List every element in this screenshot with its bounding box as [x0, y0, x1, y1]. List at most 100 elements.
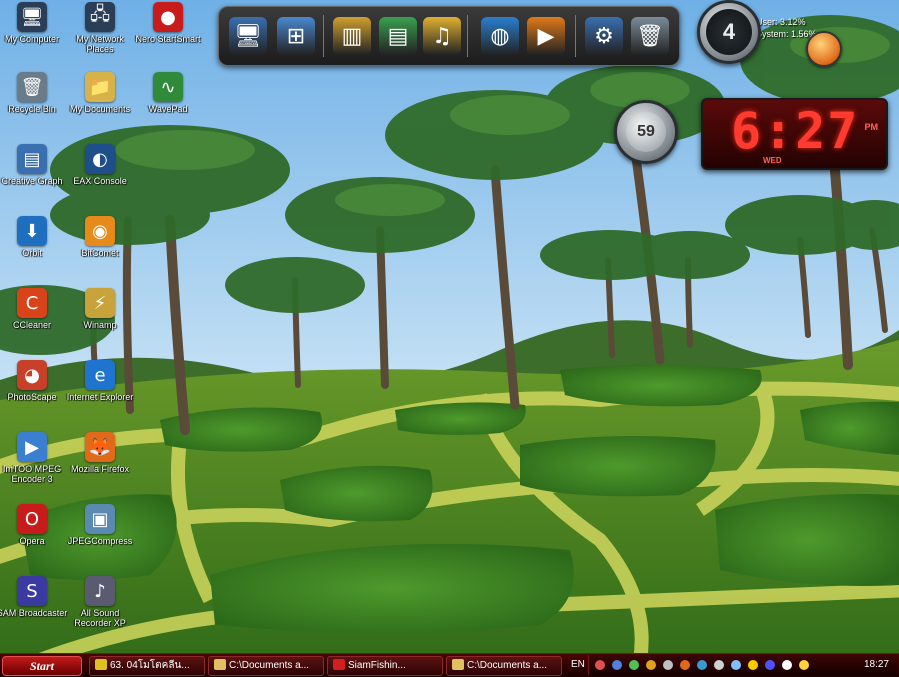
orb-gadget-icon[interactable]	[806, 31, 842, 67]
desktop-icon-label: Winamp	[83, 320, 117, 330]
taskbar-task[interactable]: C:\Documents a...	[208, 656, 324, 676]
taskbar-task[interactable]: C:\Documents a...	[446, 656, 562, 676]
desktop-icon-photoscape[interactable]: ◕ PhotoScape	[0, 360, 68, 402]
desktop-icon-bitcomet[interactable]: ◉ BitComet	[64, 216, 136, 258]
desktop-icon-label: JPEGCompress	[67, 536, 133, 546]
language-indicator[interactable]: EN	[571, 659, 585, 670]
creative-icon: ▤	[17, 144, 47, 174]
dock-separator	[575, 15, 576, 57]
seconds-gauge[interactable]: 59	[614, 100, 678, 164]
desktop-icon-label: SAM Broadcaster	[0, 608, 68, 618]
task-label: 63. 04โมโตคลีน...	[110, 660, 190, 671]
sam-broadcaster-icon: S	[17, 576, 47, 606]
library-icon[interactable]: ▥	[333, 17, 371, 55]
music-folder-icon[interactable]: ♫	[423, 17, 461, 55]
desktop-icon-label: WavePad	[148, 104, 188, 114]
clock-time: 6:27	[731, 102, 860, 160]
desktop-icon-imtoo[interactable]: ▶ ImTOO MPEG Encoder 3	[0, 432, 68, 484]
recycle-bin-icon: 🗑	[17, 72, 47, 102]
desktop-icon-label: All Sound Recorder XP	[74, 608, 126, 628]
desktop-icon-winamp[interactable]: ⚡ Winamp	[64, 288, 136, 330]
tray-icon[interactable]	[782, 660, 792, 670]
tray-icon[interactable]	[680, 660, 690, 670]
cpu-gauge-value: 4	[722, 19, 736, 44]
globe-icon[interactable]: ◍	[481, 17, 519, 55]
documents-icon: 📁	[85, 72, 115, 102]
tray-icon[interactable]	[612, 660, 622, 670]
desktop-icon-internet-explorer[interactable]: e Internet Explorer	[64, 360, 136, 402]
cpu-gauge[interactable]: 4	[697, 0, 761, 64]
desktop-icon-label: Nero StartSmart	[135, 34, 201, 44]
task-label: SiamFishin...	[348, 660, 406, 671]
seconds-gauge-value: 59	[637, 123, 655, 140]
tray-icon[interactable]	[799, 660, 809, 670]
desktop-icon-label: Opera	[19, 536, 45, 546]
firefox-icon: 🦊	[85, 432, 115, 462]
computer-icon[interactable]: 🖥	[229, 17, 267, 55]
desktop-icon-label: My Computer	[4, 34, 59, 44]
tray-icon[interactable]	[731, 660, 741, 670]
desktop-icon-sound-recorder[interactable]: ♪ All Sound Recorder XP	[64, 576, 136, 628]
tray-icon[interactable]	[697, 660, 707, 670]
gear-icon[interactable]: ⚙	[585, 17, 623, 55]
desktop-icon-network-places[interactable]: 🖧 My Network Places	[64, 2, 136, 54]
tray-icon[interactable]	[663, 660, 673, 670]
folder-icon	[452, 659, 464, 670]
desktop-icon-label: ImTOO MPEG Encoder 3	[2, 464, 62, 484]
desktop-icon-label: Orbit	[22, 248, 42, 258]
desktop-icon-label: My Documents	[69, 104, 131, 114]
desktop-icon-label: My Network Places	[76, 34, 124, 54]
folder-icon	[214, 659, 226, 670]
desktop-icon-creative[interactable]: ▤ Creative Graph	[0, 144, 68, 186]
opera-icon: O	[17, 504, 47, 534]
tray-icon[interactable]	[595, 660, 605, 670]
documents-icon[interactable]: ▤	[379, 17, 417, 55]
desktop-icon-label: Recycle Bin	[8, 104, 56, 114]
imtoo-icon: ▶	[17, 432, 47, 462]
tray-icon[interactable]	[714, 660, 724, 670]
taskbar: Start 63. 04โมโตคลีน... C:\Documents a..…	[0, 653, 899, 677]
desktop-icon-wavepad[interactable]: ∿ WavePad	[132, 72, 204, 114]
recycle-bin-icon[interactable]: 🗑	[631, 17, 669, 55]
taskbar-task[interactable]: 63. 04โมโตคลีน...	[89, 656, 205, 676]
desktop-icon-firefox[interactable]: 🦊 Mozilla Firefox	[64, 432, 136, 474]
dock-separator	[323, 15, 324, 57]
computer-icon: 🖥	[17, 2, 47, 32]
system-usage-text: System: 1.56%	[756, 29, 817, 39]
desktop-icon-opera[interactable]: O Opera	[0, 504, 68, 546]
desktop-icon-sam-broadcaster[interactable]: S SAM Broadcaster	[0, 576, 68, 618]
system-tray: 18:27	[588, 655, 897, 675]
desktop-icon-recycle-bin[interactable]: 🗑 Recycle Bin	[0, 72, 68, 114]
start-button[interactable]: Start	[2, 656, 82, 676]
media-player-icon[interactable]: ▶	[527, 17, 565, 55]
photoscape-icon: ◕	[17, 360, 47, 390]
desktop-icon-computer[interactable]: 🖥 My Computer	[0, 2, 68, 44]
desktop-icon-eax[interactable]: ◐ EAX Console	[64, 144, 136, 186]
tray-icon[interactable]	[748, 660, 758, 670]
desktop-icon-orbit[interactable]: ⬇ Orbit	[0, 216, 68, 258]
orbit-icon: ⬇	[17, 216, 47, 246]
network-places-icon: 🖧	[85, 2, 115, 32]
desktop-icon-label: BitComet	[81, 248, 119, 258]
desktop-icon-ccleaner[interactable]: C CCleaner	[0, 288, 68, 330]
taskbar-task[interactable]: SiamFishin...	[327, 656, 443, 676]
desktop-icon-label: Internet Explorer	[66, 392, 134, 402]
clock-ampm: PM	[864, 122, 879, 132]
user-usage-text: User: 3.12%	[756, 17, 806, 27]
desktop-icon-jpegcompress[interactable]: ▣ JPEGCompress	[64, 504, 136, 546]
tray-icon[interactable]	[765, 660, 775, 670]
internet-explorer-icon: e	[85, 360, 115, 390]
desktop-icon-nero[interactable]: ● Nero StartSmart	[132, 2, 204, 44]
dock-separator	[467, 15, 468, 57]
sound-recorder-icon: ♪	[85, 576, 115, 606]
tray-icon[interactable]	[646, 660, 656, 670]
tray-clock[interactable]: 18:27	[864, 659, 889, 670]
digital-clock-gadget[interactable]: 6:27 PM WED	[701, 98, 888, 170]
windows-icon[interactable]: ⊞	[277, 17, 315, 55]
bitcomet-icon: ◉	[85, 216, 115, 246]
desktop-icon-label: Mozilla Firefox	[70, 464, 129, 474]
tray-icon[interactable]	[629, 660, 639, 670]
system-usage-readout: User: 3.12% System: 1.56%	[756, 16, 817, 40]
desktop-icon-documents[interactable]: 📁 My Documents	[64, 72, 136, 114]
task-app-icon	[95, 659, 107, 670]
